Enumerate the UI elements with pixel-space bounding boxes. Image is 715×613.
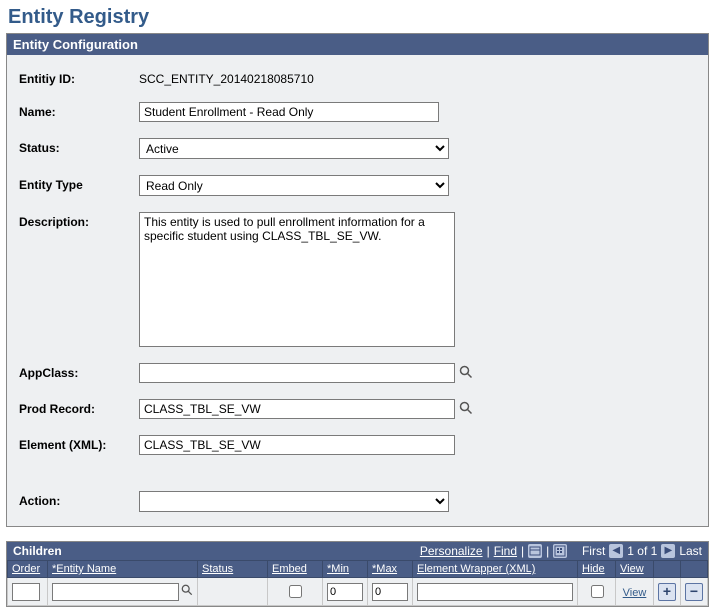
col-hide[interactable]: Hide: [582, 563, 605, 575]
children-grid: Order *Entity Name Status Embed *Min *Ma…: [7, 560, 708, 606]
action-label: Action:: [19, 491, 139, 508]
col-order[interactable]: Order: [12, 563, 40, 575]
entity-type-label: Entity Type: [19, 175, 139, 192]
appclass-label: AppClass:: [19, 363, 139, 380]
embed-checkbox[interactable]: [289, 585, 302, 598]
hide-checkbox[interactable]: [591, 585, 604, 598]
entity-id-value: SCC_ENTITY_20140218085710: [139, 69, 314, 86]
description-label: Description:: [19, 212, 139, 229]
entity-name-lookup-icon[interactable]: [181, 584, 193, 599]
col-min[interactable]: *Min: [327, 563, 349, 575]
row-counter: 1 of 1: [627, 544, 657, 558]
status-select[interactable]: Active: [139, 138, 449, 159]
status-cell: [198, 578, 268, 606]
prev-page-icon[interactable]: ◀: [609, 544, 623, 558]
element-xml-input[interactable]: [139, 435, 455, 455]
entity-id-label: Entitiy ID:: [19, 69, 139, 86]
next-page-icon[interactable]: ▶: [661, 544, 675, 558]
entity-configuration-section: Entity Configuration Entitiy ID: SCC_ENT…: [6, 33, 709, 527]
entity-configuration-header: Entity Configuration: [7, 34, 708, 55]
download-icon[interactable]: [553, 544, 567, 558]
element-xml-label: Element (XML):: [19, 435, 139, 452]
name-input[interactable]: [139, 102, 439, 122]
appclass-input[interactable]: [139, 363, 455, 383]
col-entity-name[interactable]: *Entity Name: [52, 563, 116, 575]
children-section-title: Children: [13, 544, 62, 558]
personalize-link[interactable]: Personalize: [420, 544, 483, 558]
table-row: View + −: [8, 578, 708, 606]
name-label: Name:: [19, 102, 139, 119]
entity-type-select[interactable]: Read Only: [139, 175, 449, 196]
prod-record-label: Prod Record:: [19, 399, 139, 416]
zoom-icon[interactable]: [528, 544, 542, 558]
col-embed[interactable]: Embed: [272, 563, 307, 575]
action-select[interactable]: [139, 491, 449, 512]
col-element-wrapper[interactable]: Element Wrapper (XML): [417, 563, 535, 575]
col-view[interactable]: View: [620, 563, 644, 575]
appclass-lookup-icon[interactable]: [459, 365, 473, 382]
prod-record-lookup-icon[interactable]: [459, 401, 473, 418]
col-status[interactable]: Status: [202, 563, 233, 575]
first-label: First: [582, 544, 605, 558]
status-label: Status:: [19, 138, 139, 155]
description-textarea[interactable]: This entity is used to pull enrollment i…: [139, 212, 455, 347]
last-label: Last: [679, 544, 702, 558]
page-title: Entity Registry: [6, 6, 709, 29]
col-max[interactable]: *Max: [372, 563, 397, 575]
find-link[interactable]: Find: [494, 544, 517, 558]
view-link[interactable]: View: [623, 587, 647, 599]
children-section: Children Personalize | Find | | First ◀ …: [6, 541, 709, 607]
prod-record-input[interactable]: [139, 399, 455, 419]
